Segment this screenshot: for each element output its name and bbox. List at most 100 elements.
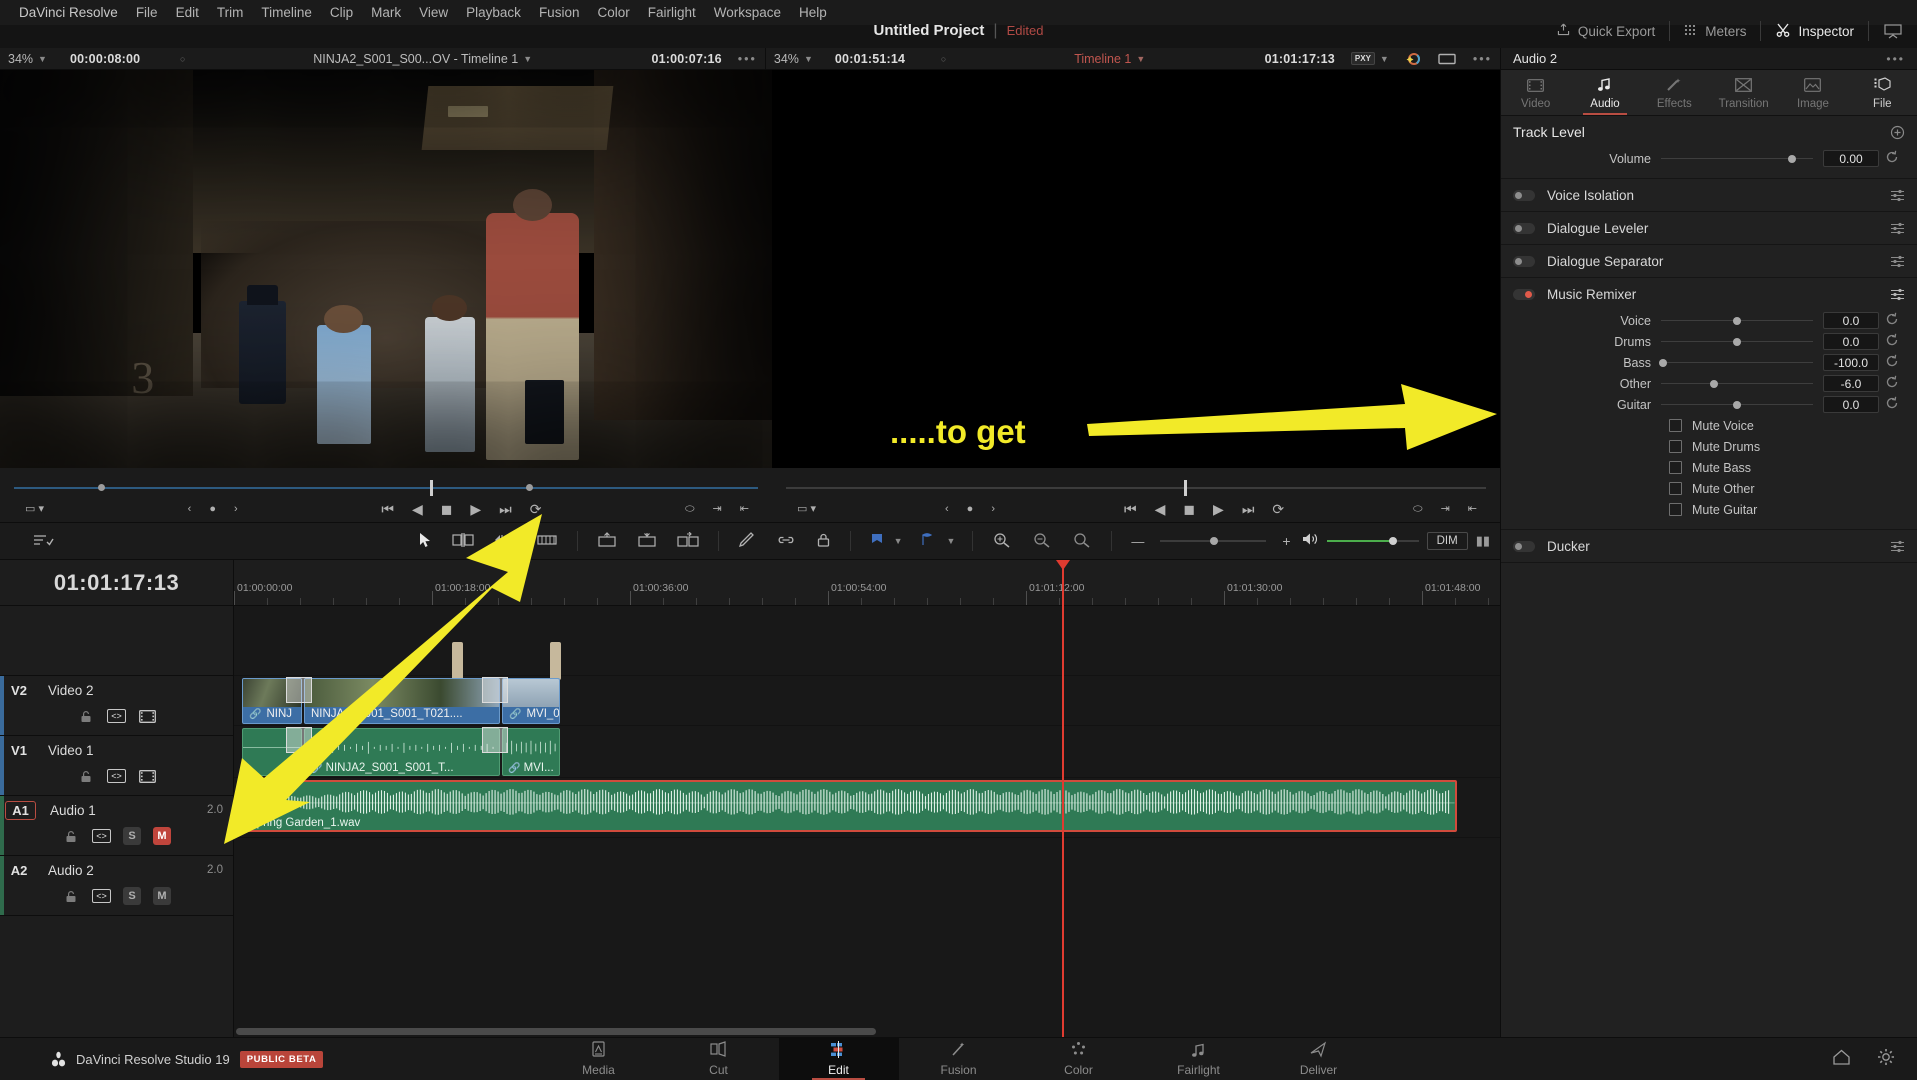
source-stop-button[interactable]: ◼: [432, 502, 462, 516]
tab-file[interactable]: File: [1848, 77, 1917, 115]
source-loop-button[interactable]: ⟳: [521, 502, 551, 516]
solo-icon[interactable]: S: [123, 887, 141, 905]
lock-icon[interactable]: [77, 769, 95, 783]
timeline-viewer-options-icon[interactable]: ▭ ▾: [788, 503, 825, 515]
lock-track-icon[interactable]: [806, 532, 841, 551]
marker-chevron-down-icon[interactable]: ▼: [894, 536, 911, 546]
source-next-marker[interactable]: ›: [225, 503, 247, 515]
ducker-toggle[interactable]: [1513, 540, 1535, 552]
tab-transition[interactable]: Transition: [1709, 78, 1778, 115]
trim-edit-tool-icon[interactable]: [442, 532, 484, 551]
timeline-ruler[interactable]: 01:00:00:00 01:00:18:00 01:00:36:00 01:0…: [234, 560, 1500, 606]
checkbox-row-mute-bass[interactable]: Mute Bass: [1501, 457, 1917, 478]
track-name-v2[interactable]: Video 2: [38, 683, 94, 698]
bass-slider[interactable]: [1658, 356, 1813, 370]
quick-export-button[interactable]: Quick Export: [1542, 14, 1669, 48]
menu-item-view[interactable]: View: [410, 5, 457, 20]
guitar-value[interactable]: 0.0: [1823, 396, 1879, 413]
master-volume-slider[interactable]: [1326, 536, 1419, 546]
source-zoom-dropdown[interactable]: 34% ▼: [0, 48, 62, 70]
source-play-button[interactable]: ▶: [461, 502, 490, 516]
voice-isolation-header[interactable]: Voice Isolation: [1501, 179, 1917, 211]
source-match-frame-button[interactable]: ⬭: [676, 503, 703, 515]
timeline-out-point-button[interactable]: ⇤: [1459, 503, 1486, 515]
page-fairlight[interactable]: Fairlight: [1139, 1038, 1259, 1080]
inspector-overflow-menu[interactable]: •••: [1886, 52, 1905, 66]
timeline-clip-video[interactable]: NINJA2_S001_S001_T021....: [304, 678, 500, 724]
solo-icon[interactable]: S: [123, 827, 141, 845]
other-value[interactable]: -6.0: [1823, 375, 1879, 392]
marker-color-button[interactable]: [860, 532, 894, 551]
timeline-overflow-menu[interactable]: •••: [1465, 48, 1500, 70]
color-enhance-icon[interactable]: [1397, 48, 1429, 70]
timeline-reverse-play-button[interactable]: ◀: [1146, 502, 1175, 516]
volume-value[interactable]: 0.00: [1823, 150, 1879, 167]
timeline-next-marker[interactable]: ›: [982, 503, 1004, 515]
page-fusion[interactable]: Fusion: [899, 1038, 1019, 1080]
tab-video[interactable]: Video: [1501, 79, 1570, 115]
menu-item-workspace[interactable]: Workspace: [705, 5, 790, 20]
track-header-a1[interactable]: A1 Audio 1 2.0 <> S M: [0, 796, 233, 856]
reset-other-icon[interactable]: [1879, 375, 1905, 392]
timeline-viewer[interactable]: ▭ ▾ ‹ ● › ⏮ ◀ ◼ ▶ ⏭ ⟳ ⬭ ⇥ ⇤: [772, 70, 1500, 528]
timeline-lane-v2[interactable]: [234, 606, 1500, 680]
dim-audio-button[interactable]: DIM: [1426, 532, 1468, 550]
reset-voice-icon[interactable]: [1879, 312, 1905, 329]
volume-slider[interactable]: [1661, 152, 1813, 166]
source-jump-end-button[interactable]: ⏭: [490, 502, 521, 516]
track-header-v1[interactable]: V1 Video 1 <>: [0, 736, 233, 796]
music-remixer-header[interactable]: Music Remixer: [1501, 278, 1917, 310]
zoom-increase-button[interactable]: +: [1272, 534, 1300, 548]
track-badge-v2[interactable]: V2: [0, 683, 38, 698]
timeline-scrubber[interactable]: [786, 480, 1486, 496]
voice-isolation-settings-icon[interactable]: [1890, 189, 1905, 202]
page-edit[interactable]: Edit: [778, 1037, 899, 1080]
track-name-v1[interactable]: Video 1: [38, 743, 94, 758]
menu-item-fairlight[interactable]: Fairlight: [639, 5, 705, 20]
source-in-point-button[interactable]: ⇥: [704, 503, 731, 515]
timeline-jump-end-button[interactable]: ⏭: [1233, 502, 1264, 516]
dialogue-separator-settings-icon[interactable]: [1890, 255, 1905, 268]
bass-value[interactable]: -100.0: [1823, 354, 1879, 371]
track-name-a2[interactable]: Audio 2: [38, 863, 94, 878]
source-viewer-options-icon[interactable]: ▭ ▾: [16, 503, 53, 515]
settings-gear-icon[interactable]: [1877, 1048, 1895, 1070]
dialogue-leveler-settings-icon[interactable]: [1890, 222, 1905, 235]
mute-icon[interactable]: M: [153, 887, 171, 905]
timeline-horizontal-scrollbar[interactable]: [236, 1028, 876, 1035]
music-remixer-toggle[interactable]: [1513, 288, 1535, 300]
timeline-zoom-dropdown[interactable]: 34% ▼: [764, 47, 827, 70]
timeline-match-frame-button[interactable]: ⬭: [1404, 503, 1431, 515]
timeline-clip-audio[interactable]: 🔗 NINJA2_S001_S001_T...: [304, 728, 500, 776]
razor-blade-tool-icon[interactable]: [526, 532, 568, 551]
timeline-lane-a1[interactable]: 🔗 NINJA2_S001_S001_T... 🔗 MVI...: [234, 726, 1500, 778]
timeline-zoom-slider[interactable]: [1160, 534, 1267, 548]
timeline-prev-marker[interactable]: ‹: [936, 503, 958, 515]
reset-drums-icon[interactable]: [1879, 333, 1905, 350]
source-viewer[interactable]: 3 ▭ ▾ ‹ ● › ⏮ ◀ ◼ ▶ ⏭ ⟳ ⬭ ⇥ ⇤: [0, 70, 772, 528]
insert-clip-icon[interactable]: [587, 531, 627, 551]
timeline-in-point-button[interactable]: ⇥: [1432, 503, 1459, 515]
track-header-a2[interactable]: A2 Audio 2 2.0 <> S M: [0, 856, 233, 916]
timeline-tracks-area[interactable]: 01:00:00:00 01:00:18:00 01:00:36:00 01:0…: [234, 560, 1500, 1037]
filmstrip-icon[interactable]: [138, 769, 156, 783]
home-icon[interactable]: [1832, 1049, 1851, 1070]
menu-item-timeline[interactable]: Timeline: [252, 5, 321, 20]
timeline-jump-start-button[interactable]: ⏮: [1115, 502, 1146, 516]
playhead-handle-icon[interactable]: [1056, 560, 1070, 570]
checkbox-row-mute-voice[interactable]: Mute Voice: [1501, 415, 1917, 436]
audio-meters-toggle-icon[interactable]: ▮▮: [1476, 533, 1490, 549]
page-deliver[interactable]: Deliver: [1259, 1038, 1379, 1080]
timeline-clip-video[interactable]: 🔗 MVI_001...: [502, 678, 560, 724]
timeline-view-options-icon[interactable]: [22, 532, 64, 551]
timeline-name-dropdown[interactable]: Timeline 1 ▼: [1066, 48, 1153, 70]
clip-fade-handle[interactable]: [482, 727, 508, 753]
timeline-stop-button[interactable]: ◼: [1174, 502, 1204, 516]
zoom-decrease-button[interactable]: —: [1121, 535, 1154, 548]
source-prev-marker[interactable]: ‹: [179, 503, 201, 515]
checkbox-row-mute-other[interactable]: Mute Other: [1501, 478, 1917, 499]
source-out-point-button[interactable]: ⇤: [731, 503, 758, 515]
source-marker-dot[interactable]: ●: [200, 503, 225, 515]
checkbox-row-mute-drums[interactable]: Mute Drums: [1501, 436, 1917, 457]
ducker-header[interactable]: Ducker: [1501, 530, 1917, 562]
